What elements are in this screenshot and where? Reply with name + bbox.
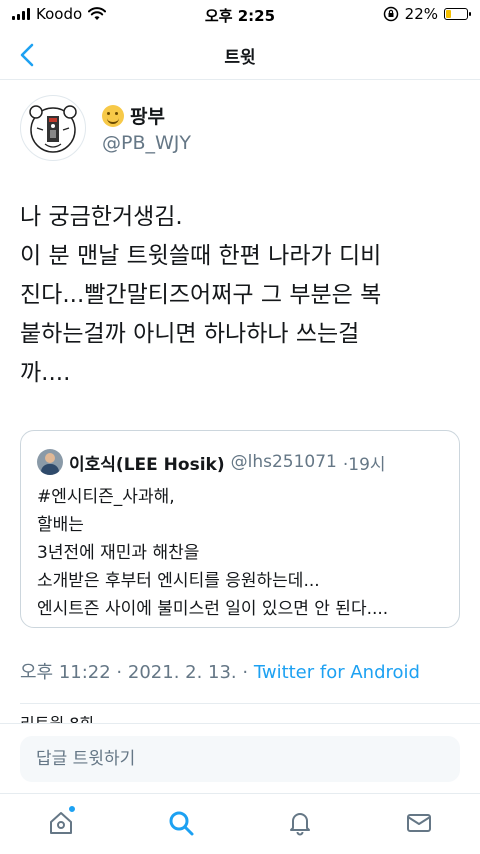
smiling-face-icon bbox=[102, 104, 124, 127]
quoted-author-name: 이호식(LEE Hosik) bbox=[69, 454, 225, 475]
battery-fill bbox=[446, 10, 451, 18]
rotation-lock-icon bbox=[383, 6, 398, 22]
author-names: 팡부 @PB_WJY bbox=[102, 102, 191, 154]
tweet-timestamp: 오후 11:22 · 2021. 2. 13. · bbox=[20, 662, 254, 683]
status-bar: Koodo 오후 2:25 22% bbox=[0, 0, 480, 30]
quoted-time: ·19시 bbox=[342, 454, 386, 475]
home-icon bbox=[50, 812, 72, 834]
quoted-avatar bbox=[37, 449, 63, 475]
status-right: 22% bbox=[383, 5, 471, 23]
tweet-text-line: 까.... bbox=[20, 360, 71, 386]
quoted-text-line: 3년전에 재민과 해찬을 bbox=[37, 543, 200, 563]
author-name-line: 팡부 bbox=[102, 102, 191, 129]
quoted-tweet-header: 이호식(LEE Hosik) @lhs251071 ·19시 bbox=[37, 449, 443, 475]
tweet-text: 나 궁금한거생김. 이 분 맨날 트윗쓸때 한편 나라가 디비 진다...빨간말… bbox=[20, 198, 470, 393]
search-icon bbox=[169, 811, 194, 836]
page-title: 트윗 bbox=[224, 48, 256, 68]
tab-bar bbox=[0, 793, 480, 854]
tweet-text-line: 붙하는걸까 아니면 하나하나 쓰는걸 bbox=[20, 321, 360, 347]
avatar[interactable] bbox=[20, 95, 86, 161]
tweet-text-line: 나 궁금한거생김. bbox=[20, 204, 183, 230]
nav-header: 트윗 bbox=[0, 30, 480, 80]
tab-messages[interactable] bbox=[404, 808, 434, 838]
quoted-text-line: 소개받은 후부터 엔시티를 응원하는데... bbox=[37, 571, 320, 591]
quoted-text-line: 엔시트즌 사이에 불미스런 일이 있으면 안 된다.... bbox=[37, 599, 389, 619]
tab-home[interactable] bbox=[46, 805, 76, 838]
quoted-tweet[interactable]: 이호식(LEE Hosik) @lhs251071 ·19시 #엔시티즌_사과해… bbox=[20, 430, 460, 628]
tweet-text-line: 진다...빨간말티즈어쩌구 그 부분은 복 bbox=[20, 282, 382, 308]
divider bbox=[20, 703, 480, 704]
author-name: 팡부 bbox=[130, 106, 165, 128]
quoted-tweet-body: #엔시티즌_사과해, 할배는 3년전에 재민과 해찬을 소개받은 후부터 엔시티… bbox=[37, 483, 443, 623]
battery-percent: 22% bbox=[404, 5, 438, 23]
avatar-illustration-icon bbox=[29, 105, 77, 153]
battery-icon bbox=[444, 8, 471, 20]
tweet-source-link[interactable]: Twitter for Android bbox=[254, 662, 420, 683]
tab-notifications[interactable] bbox=[285, 808, 315, 838]
home-badge-dot bbox=[68, 805, 76, 813]
author-handle: @PB_WJY bbox=[102, 132, 191, 154]
mail-icon bbox=[407, 814, 431, 832]
tweet-author[interactable]: 팡부 @PB_WJY bbox=[20, 95, 191, 161]
quoted-author-handle: @lhs251071 bbox=[230, 452, 337, 472]
reply-bar bbox=[0, 723, 480, 793]
quoted-text-line: #엔시티즌_사과해, bbox=[37, 487, 175, 507]
bell-icon bbox=[290, 813, 310, 836]
quoted-text-line: 할배는 bbox=[37, 515, 84, 535]
reply-input[interactable] bbox=[20, 736, 460, 782]
tweet-meta: 오후 11:22 · 2021. 2. 13. · Twitter for An… bbox=[20, 658, 420, 684]
tweet-text-line: 이 분 맨날 트윗쓸때 한편 나라가 디비 bbox=[20, 243, 382, 269]
tab-search[interactable] bbox=[166, 808, 196, 838]
